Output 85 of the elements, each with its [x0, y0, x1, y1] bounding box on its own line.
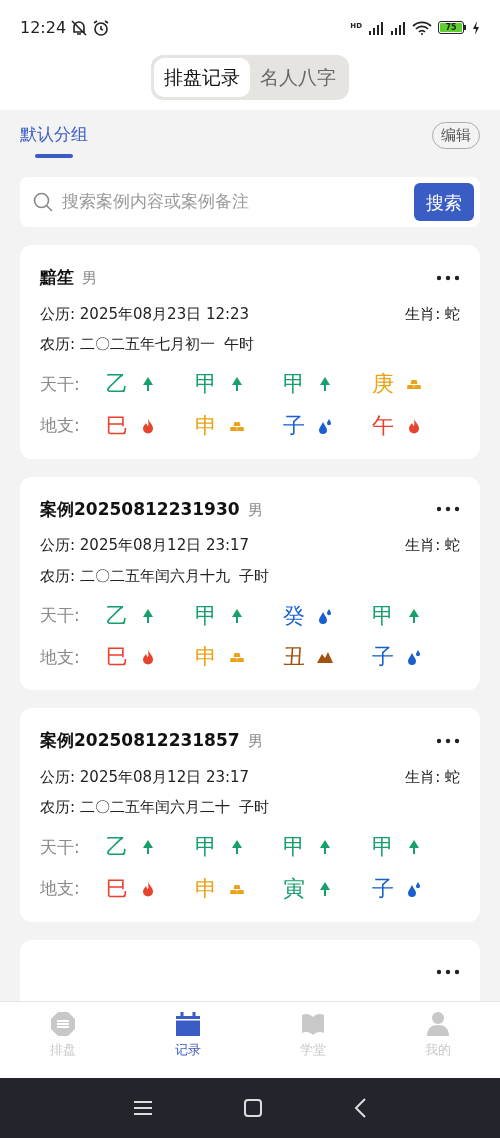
gender-label: 男	[82, 268, 97, 289]
water-drops-icon	[317, 607, 333, 624]
wifi-icon	[412, 20, 432, 35]
back-icon[interactable]	[353, 1098, 367, 1118]
gender-label: 男	[247, 731, 263, 752]
case-name: 黯笙	[40, 266, 74, 289]
case-name: 案例20250812231930	[40, 497, 240, 521]
alarm-icon	[92, 18, 111, 37]
pillar-character: 丑	[283, 646, 305, 669]
case-card[interactable]: 案例20250812231930 男 公历: 2025年08月12日 23:17 生肖: 蛇 农历: 二〇二五年闰六月十九 子时 天干: 乙 甲 癸 甲 地支: 巳 申 丑 子	[20, 476, 480, 690]
row-label: 天干:	[40, 372, 81, 396]
flame-icon	[140, 880, 156, 897]
pillar-character: 子	[371, 877, 394, 900]
tree-icon	[140, 607, 156, 624]
more-icon[interactable]	[436, 737, 460, 744]
bell-muted-icon	[70, 18, 89, 37]
pillar-character: 巳	[106, 414, 128, 437]
calendar-icon	[173, 1010, 202, 1038]
lunar-date: 农历: 二〇二五年七月初一 午时	[40, 334, 256, 355]
tree-icon	[317, 880, 333, 897]
pillar-character: 乙	[106, 373, 128, 396]
signal-icon	[368, 20, 384, 35]
segment-tab[interactable]: 名人八字	[250, 58, 346, 97]
pillar-character: 申	[194, 877, 217, 900]
search-icon	[32, 191, 54, 213]
search-field[interactable]: 搜索案例内容或案例备注 搜索	[20, 177, 480, 227]
pillar-character: 申	[194, 414, 217, 437]
pillar-character: 甲	[194, 836, 217, 859]
pillar-character: 子	[283, 414, 305, 437]
tree-icon	[140, 839, 156, 856]
pillar-character: 申	[194, 646, 217, 669]
row-label: 地支:	[40, 877, 81, 900]
row-label: 天干:	[40, 604, 81, 627]
row-label: 地支:	[40, 645, 81, 669]
pillar-character: 甲	[371, 836, 394, 859]
pillar-character: 乙	[106, 604, 128, 627]
pillar-character: 甲	[371, 604, 394, 627]
charging-icon	[472, 20, 480, 35]
water-drops-icon	[317, 417, 333, 434]
octagon-icon	[48, 1010, 77, 1038]
pillar-character: 乙	[106, 836, 128, 859]
pillar-character: 甲	[194, 604, 217, 627]
flame-icon	[140, 417, 156, 434]
water-drops-icon	[405, 649, 422, 666]
group-tab[interactable]: 默认分组	[20, 122, 88, 158]
solar-date: 公历: 2025年08月23日 12:23	[40, 303, 250, 325]
more-icon[interactable]	[436, 968, 460, 975]
more-icon[interactable]	[436, 506, 460, 513]
pillar-character: 午	[371, 414, 394, 437]
pillar-character: 寅	[283, 877, 305, 900]
tree-icon	[317, 839, 333, 856]
tree-icon	[317, 376, 333, 393]
flame-icon	[140, 649, 156, 666]
lunar-date: 农历: 二〇二五年闰六月十九 子时	[40, 565, 271, 587]
nav-tab[interactable]: 记录	[125, 1010, 250, 1078]
water-drops-icon	[405, 880, 422, 897]
pillar-character: 巳	[106, 646, 128, 669]
pillar-character: 甲	[194, 373, 217, 396]
solar-date: 公历: 2025年08月12日 23:17	[40, 535, 250, 556]
pillar-character: 甲	[283, 373, 305, 396]
row-label: 天干:	[40, 835, 81, 859]
gender-label: 男	[247, 499, 263, 521]
case-name: 案例20250812231857	[40, 729, 240, 752]
row-label: 地支:	[40, 414, 81, 437]
more-icon[interactable]	[436, 274, 460, 281]
pillar-character: 甲	[283, 836, 305, 859]
menu-icon[interactable]	[133, 1100, 153, 1116]
tree-icon	[140, 376, 156, 393]
pillar-character: 庚	[371, 373, 394, 396]
pillar-character: 子	[371, 646, 394, 669]
pillar-character: 巳	[106, 877, 128, 900]
case-card[interactable]: 黯笙 男 公历: 2025年08月23日 12:23 生肖: 蛇 农历: 二〇二五年七月初一 午时 天干: 乙 甲 甲 庚 地支: 巳 申 子 午	[20, 245, 480, 459]
signal-icon	[390, 20, 406, 35]
pillar-character: 癸	[283, 604, 305, 627]
case-card[interactable]: 案例20250812231857 男 公历: 2025年08月12日 23:17 生肖: 蛇 农历: 二〇二五年闰六月二十 子时 天干: 乙 甲 甲 甲 地支: 巳 申 寅 子	[20, 708, 480, 922]
clock-time: 12:24	[20, 16, 67, 39]
battery-indicator: 75	[438, 21, 466, 34]
search-button[interactable]: 搜索	[414, 183, 474, 221]
zodiac-label: 生肖: 蛇	[405, 535, 460, 556]
segment-tab[interactable]: 排盘记录	[154, 58, 250, 97]
lunar-date: 农历: 二〇二五年闰六月二十 子时	[40, 797, 271, 818]
zodiac-label: 生肖: 蛇	[405, 303, 460, 325]
zodiac-label: 生肖: 蛇	[405, 766, 460, 788]
home-icon[interactable]	[243, 1098, 263, 1118]
solar-date: 公历: 2025年08月12日 23:17	[40, 766, 250, 788]
